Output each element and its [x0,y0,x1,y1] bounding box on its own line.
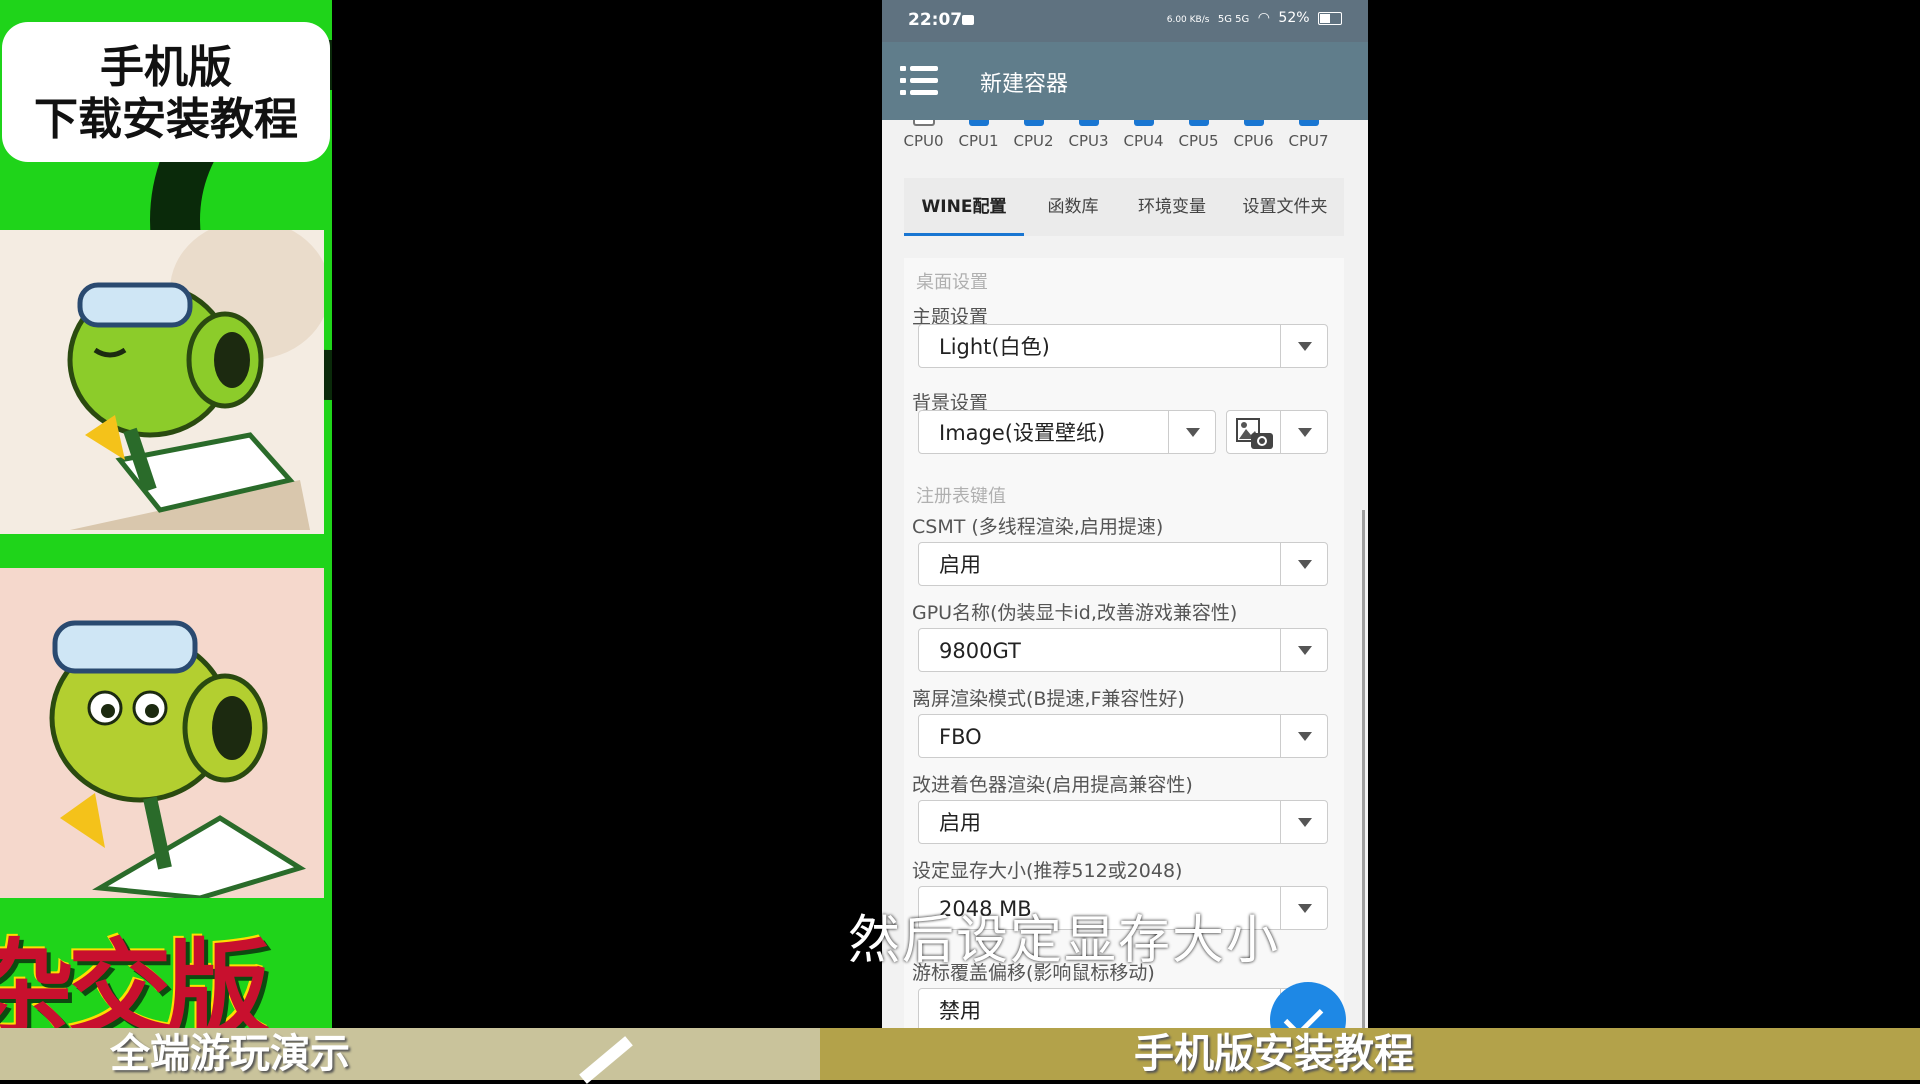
tab-env-vars[interactable]: 环境变量 [1122,178,1222,236]
promo-title-card: 手机版 下载安装教程 [2,22,330,162]
checkbox-checked-icon [1298,120,1319,126]
checkbox-checked-icon [1133,120,1154,126]
promo-title-line2: 下载安装教程 [34,94,298,145]
dropdown-arrow-icon [1280,887,1327,929]
shader-render-label: 改进着色器渲染(启用提高兼容性) [912,774,1193,796]
csmt-label: CSMT (多线程渲染,启用提速) [912,516,1164,538]
tab-libraries[interactable]: 函数库 [1028,178,1118,236]
csmt-select[interactable]: 启用 [918,542,1328,586]
dropdown-arrow-icon [1280,629,1327,671]
offscreen-render-value: FBO [939,725,982,749]
battery-percent: 52% [1278,10,1310,26]
checkbox-checked-icon [1188,120,1209,126]
csmt-value: 启用 [939,553,981,577]
cpu-checkbox[interactable]: CPU7 [1281,120,1336,150]
shader-render-select[interactable]: 启用 [918,800,1328,844]
background-select[interactable]: Image(设置壁纸) [918,410,1216,454]
cursor-offset-select[interactable]: 禁用 [918,988,1328,1032]
cpu-checkbox[interactable]: CPU5 [1171,120,1226,150]
wallpaper-picker-button[interactable] [1226,410,1328,454]
checkbox-checked-icon [968,120,989,126]
checkbox-checked-icon [1023,120,1044,126]
tab-bar: WINE配置 函数库 环境变量 设置文件夹 [904,178,1344,236]
shader-render-value: 启用 [939,811,981,835]
signal-icon: 5G 5G [1217,14,1250,25]
game-logo: 杂交版 [0,898,332,1028]
status-indicators: 6.00 KB/s 5G 5G ◠ 52% [1167,10,1342,26]
peashooter-thinking-illustration [0,568,324,898]
gpu-name-label: GPU名称(伪装显卡id,改善游戏兼容性) [912,602,1238,624]
checkbox-checked-icon [1078,120,1099,126]
cpu-checkbox[interactable]: CPU2 [1006,120,1061,150]
video-subtitle: 然后设定显存大小 [848,911,1281,971]
checkbox-checked-icon [1243,120,1264,126]
dropdown-arrow-icon [1280,715,1327,757]
net-speed: 6.00 KB/s [1166,15,1210,25]
cpu-checkbox[interactable]: CPU3 [1061,120,1116,150]
battery-icon [1318,11,1342,25]
page-title: 新建容器 [980,72,1069,97]
promo-panel: 手机版 下载安装教程 杂交版 [0,0,332,1080]
theme-value: Light(白色) [939,335,1050,359]
cpu-checkbox[interactable]: CPU4 [1116,120,1171,150]
dropdown-arrow-icon [1168,411,1215,453]
cpu-affinity-row: CPU0 CPU1 CPU2 CPU3 CPU4 CPU5 CPU6 CPU7 [882,120,1368,160]
scrollbar[interactable] [1362,510,1365,1050]
background-value: Image(设置壁纸) [939,421,1106,445]
cpu-checkbox[interactable]: CPU0 [896,120,951,150]
vram-size-label: 设定显存大小(推荐512或2048) [912,860,1183,882]
bottom-banner: 全端游玩演示 手机版安装教程 [0,1028,1920,1084]
checkbox-unchecked-icon [912,120,935,126]
peashooter-reading-illustration [0,230,324,534]
logo-text: 杂交版 [0,927,270,1028]
app-bar: 新建容器 [882,42,1368,120]
cpu-checkbox[interactable]: CPU6 [1226,120,1281,150]
theme-select[interactable]: Light(白色) [918,324,1328,368]
menu-icon[interactable] [900,66,938,96]
wifi-icon: ◠ [1257,10,1270,26]
cpu-checkbox[interactable]: CPU1 [951,120,1006,150]
recording-icon [962,15,974,25]
offscreen-render-select[interactable]: FBO [918,714,1328,758]
status-bar: 22:07 6.00 KB/s 5G 5G ◠ 52% [882,0,1368,42]
offscreen-render-label: 离屏渲染模式(B提速,F兼容性好) [912,688,1185,710]
status-time: 22:07 [908,10,963,30]
banner-right-text: 手机版安装教程 [1134,1031,1414,1077]
gpu-name-value: 9800GT [939,639,1021,663]
image-camera-icon [1235,417,1273,449]
dropdown-arrow-icon [1280,801,1327,843]
tab-wine-config[interactable]: WINE配置 [904,178,1024,236]
cursor-offset-value: 禁用 [939,999,981,1023]
section-header-registry: 注册表键值 [916,486,1006,507]
section-header-desktop: 桌面设置 [916,272,988,293]
gpu-name-select[interactable]: 9800GT [918,628,1328,672]
promo-title-line1: 手机版 [100,42,232,93]
dropdown-arrow-icon [1280,325,1327,367]
dropdown-arrow-icon [1280,411,1327,453]
dropdown-arrow-icon [1280,543,1327,585]
tab-folders[interactable]: 设置文件夹 [1226,178,1344,236]
banner-left-text: 全端游玩演示 [110,1031,350,1077]
